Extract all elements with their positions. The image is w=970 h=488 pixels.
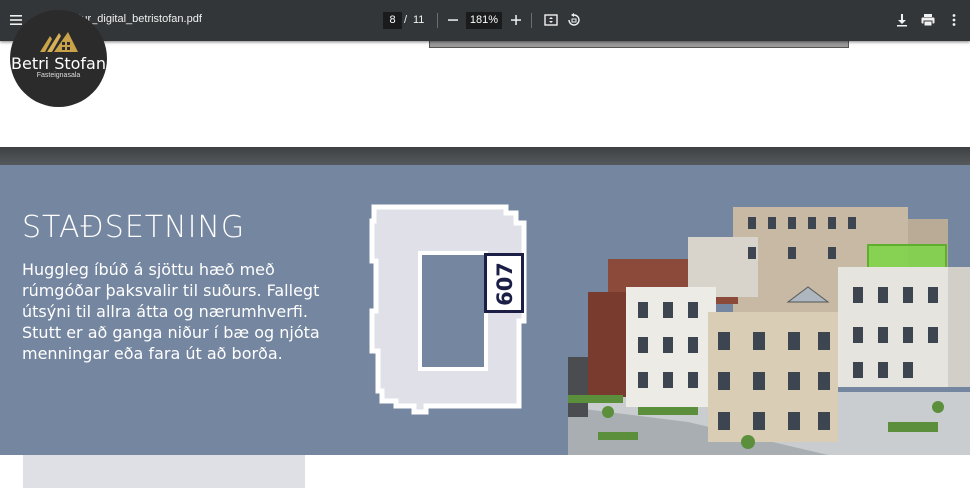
zoom-in-icon[interactable] (508, 12, 524, 28)
page-separator: / (404, 14, 408, 26)
logo-subtitle: Fasteignasala (36, 72, 81, 79)
zoom-out-icon[interactable] (445, 12, 461, 28)
pdf-page-next (0, 455, 970, 488)
logo-building-icon (40, 32, 78, 52)
print-icon[interactable] (920, 12, 936, 28)
zoom-level-input[interactable]: 181% (466, 12, 502, 29)
apartment-number-label: 607 (484, 253, 524, 313)
toolbar-divider (531, 13, 532, 28)
previous-page-image-frame (429, 41, 849, 48)
more-options-icon[interactable] (946, 12, 962, 28)
download-icon[interactable] (894, 12, 910, 28)
pdf-page-previous (0, 41, 970, 147)
building-rendering-image (568, 207, 970, 455)
rotate-icon[interactable] (566, 12, 582, 28)
pdf-page-current: STAÐSETNING Huggleg íbúð á sjöttu hæð me… (0, 165, 970, 455)
logo-name: Betri Stofan (11, 54, 106, 73)
apartment-number: 607 (493, 262, 517, 306)
next-page-block (23, 455, 305, 488)
betri-stofan-logo: Betri Stofan Fasteignasala (10, 10, 107, 107)
current-page-input[interactable]: 8 (383, 12, 402, 29)
page-heading: STAÐSETNING (22, 210, 246, 245)
page-gap (0, 147, 970, 165)
total-pages: 11 (413, 14, 425, 26)
fit-page-icon[interactable] (543, 12, 559, 28)
pdf-toolbar: Heklureitur_digital_betristofan.pdf 8 / … (0, 0, 970, 41)
page-description: Huggleg íbúð á sjöttu hæð með rúmgóðar þ… (22, 260, 320, 363)
toolbar-divider (437, 13, 438, 28)
